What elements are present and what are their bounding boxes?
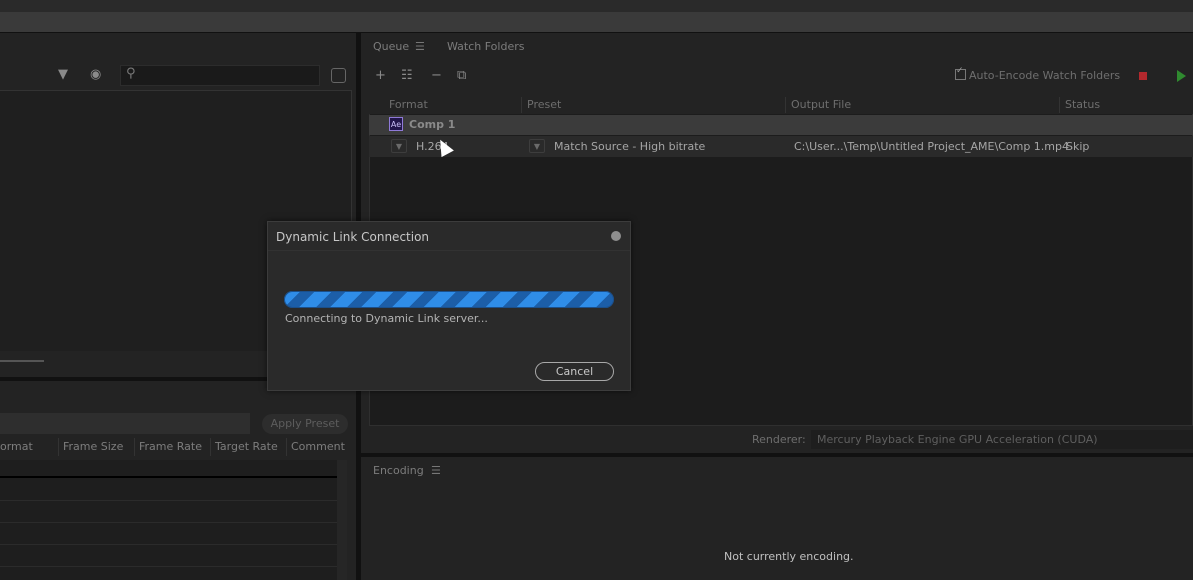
queue-item-preset[interactable]: Match Source - High bitrate xyxy=(554,140,705,153)
dialog-divider xyxy=(268,250,630,251)
settings-icon[interactable] xyxy=(331,68,346,83)
media-scrollbar[interactable] xyxy=(0,360,44,362)
queue-group-row[interactable] xyxy=(369,115,1193,135)
encoding-status: Not currently encoding. xyxy=(724,550,854,563)
column-separator xyxy=(58,438,59,456)
stop-queue-button[interactable] xyxy=(1139,72,1147,80)
tab-encoding[interactable]: Encoding xyxy=(373,464,424,477)
search-icon: ⚲ xyxy=(126,66,136,81)
queue-menu-icon[interactable]: ☰ xyxy=(415,40,425,53)
tab-queue[interactable]: Queue xyxy=(373,40,409,53)
queue-column-status[interactable]: Status xyxy=(1065,98,1100,111)
preset-dropdown[interactable]: ▼ xyxy=(529,139,545,153)
preset-scrollbar[interactable] xyxy=(337,460,347,580)
column-frame-rate[interactable]: Frame Rate xyxy=(139,440,202,453)
renderer-label: Renderer: xyxy=(752,433,806,446)
format-dropdown[interactable]: ▼ xyxy=(391,139,407,153)
list-item[interactable] xyxy=(0,544,337,545)
column-separator xyxy=(134,438,135,456)
filter-icon[interactable]: ▼ xyxy=(58,67,68,82)
checkbox-icon[interactable] xyxy=(955,66,966,80)
dialog-title: Dynamic Link Connection xyxy=(276,230,430,244)
duplicate-icon[interactable]: ⧉ xyxy=(457,68,466,83)
settings-sliders-icon[interactable]: ☷ xyxy=(401,68,413,83)
cancel-button[interactable]: Cancel xyxy=(535,362,614,381)
list-item[interactable] xyxy=(0,522,337,523)
column-target-rate[interactable]: Target Rate xyxy=(215,440,278,453)
remove-icon[interactable]: − xyxy=(431,68,442,83)
queue-group-name: Comp 1 xyxy=(409,118,456,131)
dialog-status: Connecting to Dynamic Link server... xyxy=(285,312,488,325)
column-comment[interactable]: Comment xyxy=(291,440,345,453)
queue-item-output[interactable]: C:\User...\Temp\Untitled Project_AME\Com… xyxy=(794,140,1069,153)
column-frame-size[interactable]: Frame Size xyxy=(63,440,123,453)
media-search-input[interactable] xyxy=(120,65,320,86)
column-separator xyxy=(286,438,287,456)
auto-encode-checkbox[interactable]: Auto-Encode Watch Folders xyxy=(955,66,1121,82)
queue-column-format[interactable]: Format xyxy=(389,98,428,111)
column-format[interactable]: ormat xyxy=(0,440,33,453)
progress-bar xyxy=(284,291,614,308)
preset-selected-row[interactable] xyxy=(0,476,337,478)
start-queue-button[interactable] xyxy=(1177,70,1186,82)
after-effects-icon: Ae xyxy=(389,117,403,131)
queue-column-output-file[interactable]: Output File xyxy=(791,98,851,111)
apply-preset-button[interactable]: Apply Preset xyxy=(262,414,348,434)
column-separator xyxy=(210,438,211,456)
preset-search-input[interactable] xyxy=(0,413,250,434)
menu-bar xyxy=(0,12,1193,33)
auto-encode-label: Auto-Encode Watch Folders xyxy=(969,69,1121,82)
queue-column-preset[interactable]: Preset xyxy=(527,98,561,111)
column-separator xyxy=(1059,97,1060,113)
column-separator xyxy=(521,97,522,113)
close-icon[interactable] xyxy=(611,231,621,241)
eye-icon[interactable]: ◉ xyxy=(90,67,101,82)
tab-watch-folders[interactable]: Watch Folders xyxy=(447,40,524,53)
preset-list[interactable] xyxy=(0,460,337,580)
column-separator xyxy=(785,97,786,113)
encoding-menu-icon[interactable]: ☰ xyxy=(431,464,441,477)
queue-item-status: Skip xyxy=(1066,140,1090,153)
list-item[interactable] xyxy=(0,500,337,501)
add-icon[interactable]: + xyxy=(375,68,386,83)
renderer-select[interactable]: Mercury Playback Engine GPU Acceleration… xyxy=(811,430,1193,449)
window-top-bar xyxy=(0,0,1193,12)
list-item[interactable] xyxy=(0,566,337,567)
